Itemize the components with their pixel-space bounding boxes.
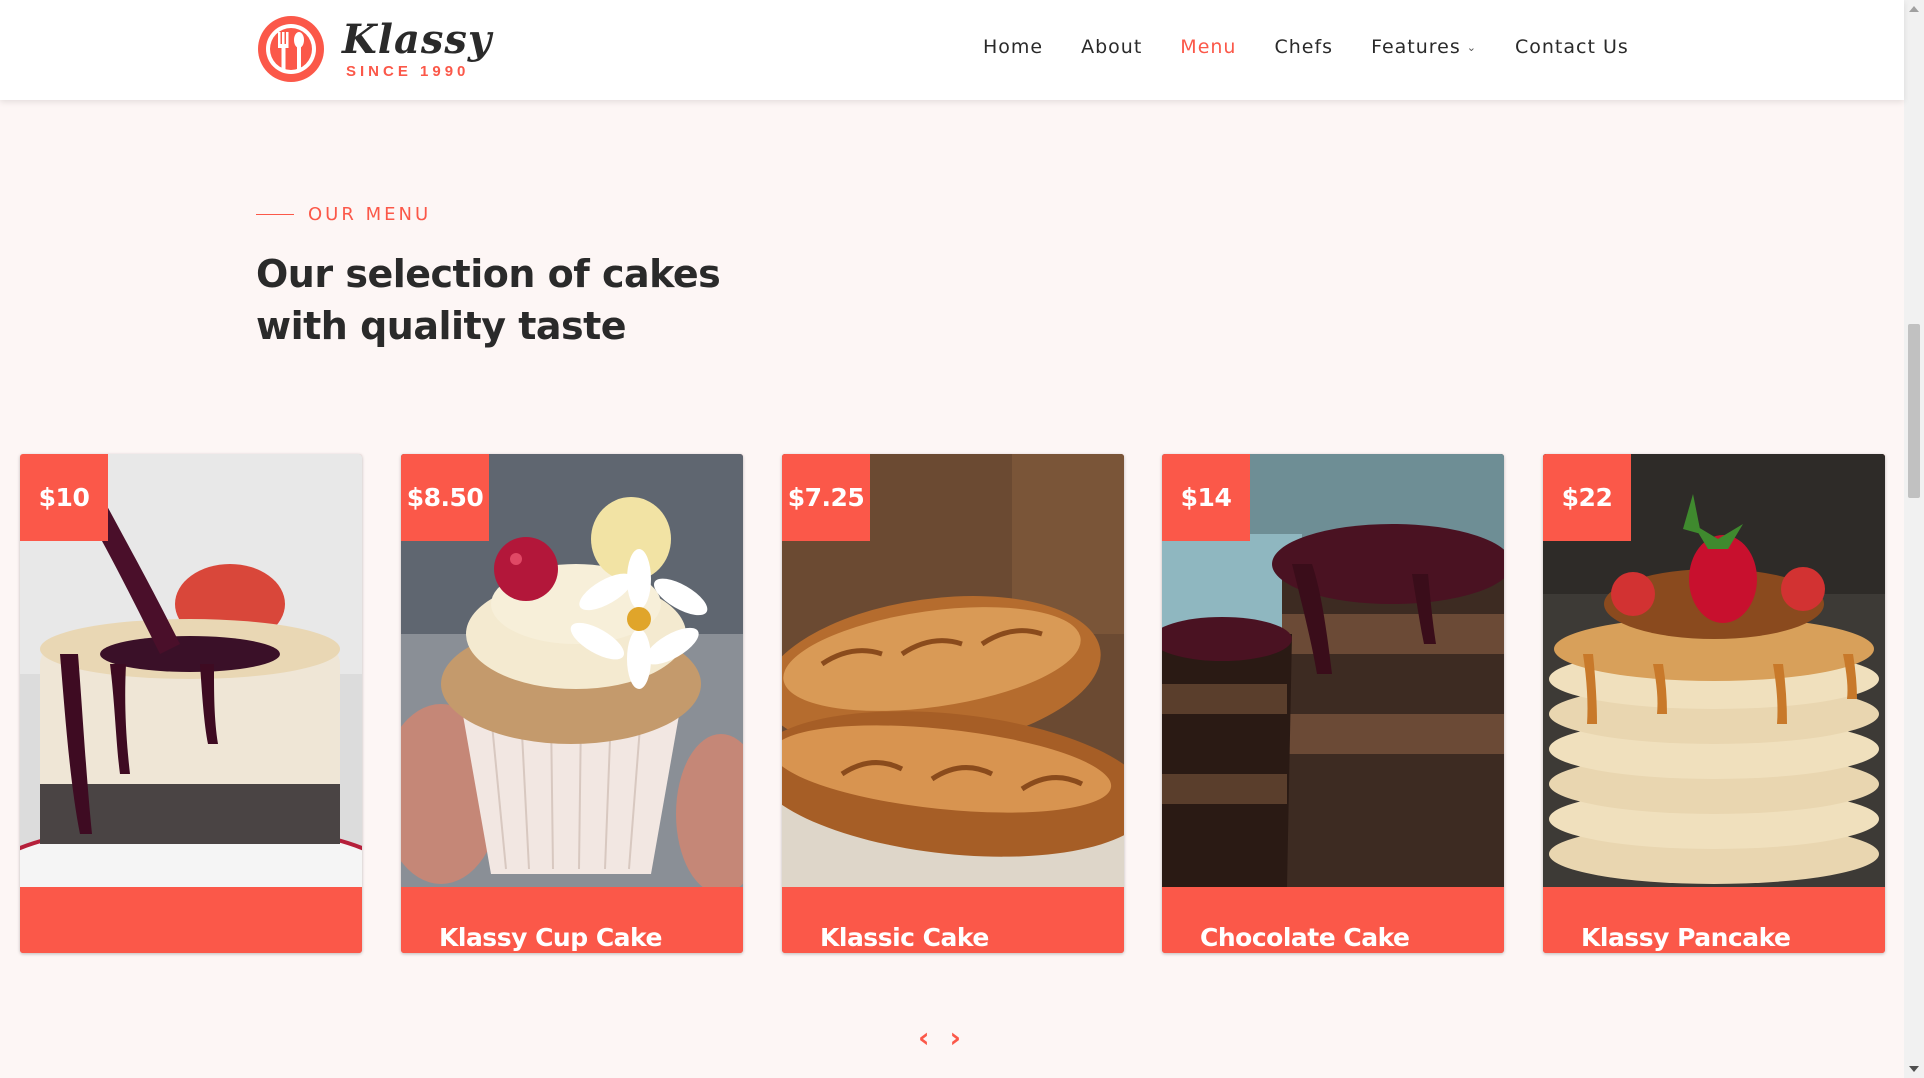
- menu-card[interactable]: $22 Klassy Pancake: [1543, 454, 1885, 953]
- card-title: Klassy Pancake: [1581, 923, 1791, 952]
- scroll-up-icon[interactable]: [1909, 6, 1919, 12]
- page-scrollbar[interactable]: [1904, 0, 1924, 1078]
- menu-card[interactable]: $7.25 Klassic Cake: [782, 454, 1124, 953]
- scroll-down-icon[interactable]: [1909, 1066, 1919, 1072]
- price-badge: $7.25: [782, 454, 870, 541]
- scrollbar-thumb[interactable]: [1908, 324, 1920, 498]
- chevron-down-icon: ⌄: [1466, 40, 1477, 54]
- price-badge: $8.50: [401, 454, 489, 541]
- menu-card[interactable]: $14 Chocolate Cake: [1162, 454, 1504, 953]
- card-footer: [20, 887, 362, 953]
- price-badge: $14: [1162, 454, 1250, 541]
- brand-name: Klassy: [342, 15, 493, 63]
- card-title: Klassy Cup Cake: [439, 923, 662, 952]
- section-title-line1: Our selection of cakes: [256, 252, 721, 296]
- nav-label: About: [1081, 36, 1143, 58]
- nav-label: Features: [1371, 36, 1461, 58]
- main-nav: Home About Menu Chefs Features ⌄ Contact …: [983, 36, 1667, 58]
- nav-item-home[interactable]: Home: [983, 36, 1043, 58]
- card-footer: Klassy Pancake: [1543, 887, 1885, 953]
- nav-item-menu[interactable]: Menu: [1180, 36, 1236, 58]
- section-title: Our selection of cakes with quality tast…: [256, 248, 816, 352]
- nav-label: Contact Us: [1514, 36, 1629, 58]
- nav-label: Menu: [1180, 36, 1237, 58]
- price-badge: $22: [1543, 454, 1631, 541]
- section-eyebrow: OUR MENU: [256, 204, 431, 225]
- carousel-nav: ‹ ›: [918, 1024, 981, 1052]
- site-header: Klassy SINCE 1990 Home About Menu Chefs …: [0, 0, 1904, 100]
- chevron-left-icon[interactable]: ‹: [918, 1024, 930, 1052]
- brand-tagline: SINCE 1990: [346, 62, 470, 80]
- chevron-right-icon[interactable]: ›: [950, 1024, 962, 1052]
- nav-label: Chefs: [1274, 36, 1334, 58]
- card-footer: Klassy Cup Cake: [401, 887, 743, 953]
- brand-logo[interactable]: Klassy SINCE 1990: [256, 14, 492, 84]
- card-footer: Chocolate Cake: [1162, 887, 1504, 953]
- fork-spoon-plate-icon: [258, 16, 324, 82]
- menu-card[interactable]: $8.50 Klassy Cup Cake: [401, 454, 743, 953]
- eyebrow-label: OUR MENU: [308, 204, 432, 225]
- nav-label: Home: [983, 36, 1044, 58]
- menu-card[interactable]: $10: [20, 454, 362, 953]
- nav-item-features[interactable]: Features ⌄: [1371, 36, 1477, 58]
- nav-item-chefs[interactable]: Chefs: [1274, 36, 1333, 58]
- nav-item-contact[interactable]: Contact Us: [1515, 36, 1629, 58]
- eyebrow-divider: [256, 214, 294, 215]
- section-title-line2: with quality taste: [256, 304, 627, 348]
- nav-item-about[interactable]: About: [1081, 36, 1142, 58]
- price-badge: $10: [20, 454, 108, 541]
- card-title: Chocolate Cake: [1200, 923, 1410, 952]
- card-footer: Klassic Cake: [782, 887, 1124, 953]
- card-title: Klassic Cake: [820, 923, 989, 952]
